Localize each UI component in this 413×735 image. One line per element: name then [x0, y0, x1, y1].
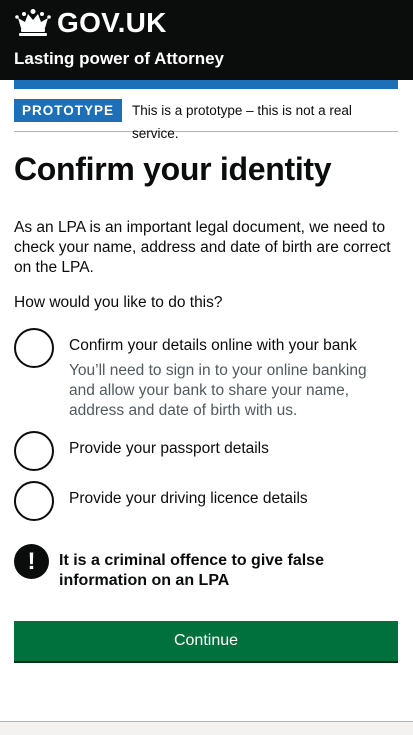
header-blue-bar [14, 80, 398, 89]
govuk-logo[interactable]: GOV.UK [14, 7, 167, 38]
continue-button[interactable]: Continue [14, 621, 398, 661]
logo-text: GOV.UK [57, 7, 167, 38]
radio-bank[interactable] [14, 328, 54, 368]
phase-banner: PROTOTYPE This is a prototype – this is … [14, 99, 398, 141]
service-name[interactable]: Lasting power of Attorney [14, 49, 224, 69]
radio-passport[interactable] [14, 431, 54, 471]
page-footer [0, 721, 413, 735]
radio-bank-label[interactable]: Confirm your details online with your ba… [69, 336, 357, 356]
radio-bank-hint: You’ll need to sign in to your online ba… [69, 362, 367, 419]
radio-passport-label[interactable]: Provide your passport details [69, 439, 269, 459]
radio-driving-licence[interactable] [14, 481, 54, 521]
page-title: Confirm your identity [14, 151, 332, 187]
radio-driving-licence-label[interactable]: Provide your driving licence details [69, 489, 308, 509]
site-header: GOV.UK Lasting power of Attorney [0, 0, 413, 80]
warning-text: It is a criminal offence to give false i… [59, 552, 324, 589]
crown-icon [15, 9, 51, 36]
intro-text: As an LPA is an important legal document… [14, 219, 391, 276]
question-text: How would you like to do this? [14, 294, 223, 311]
warning-icon: ! [14, 544, 49, 579]
phase-text: This is a prototype – this is not a real… [132, 103, 352, 141]
phase-tag: PROTOTYPE [14, 99, 123, 122]
